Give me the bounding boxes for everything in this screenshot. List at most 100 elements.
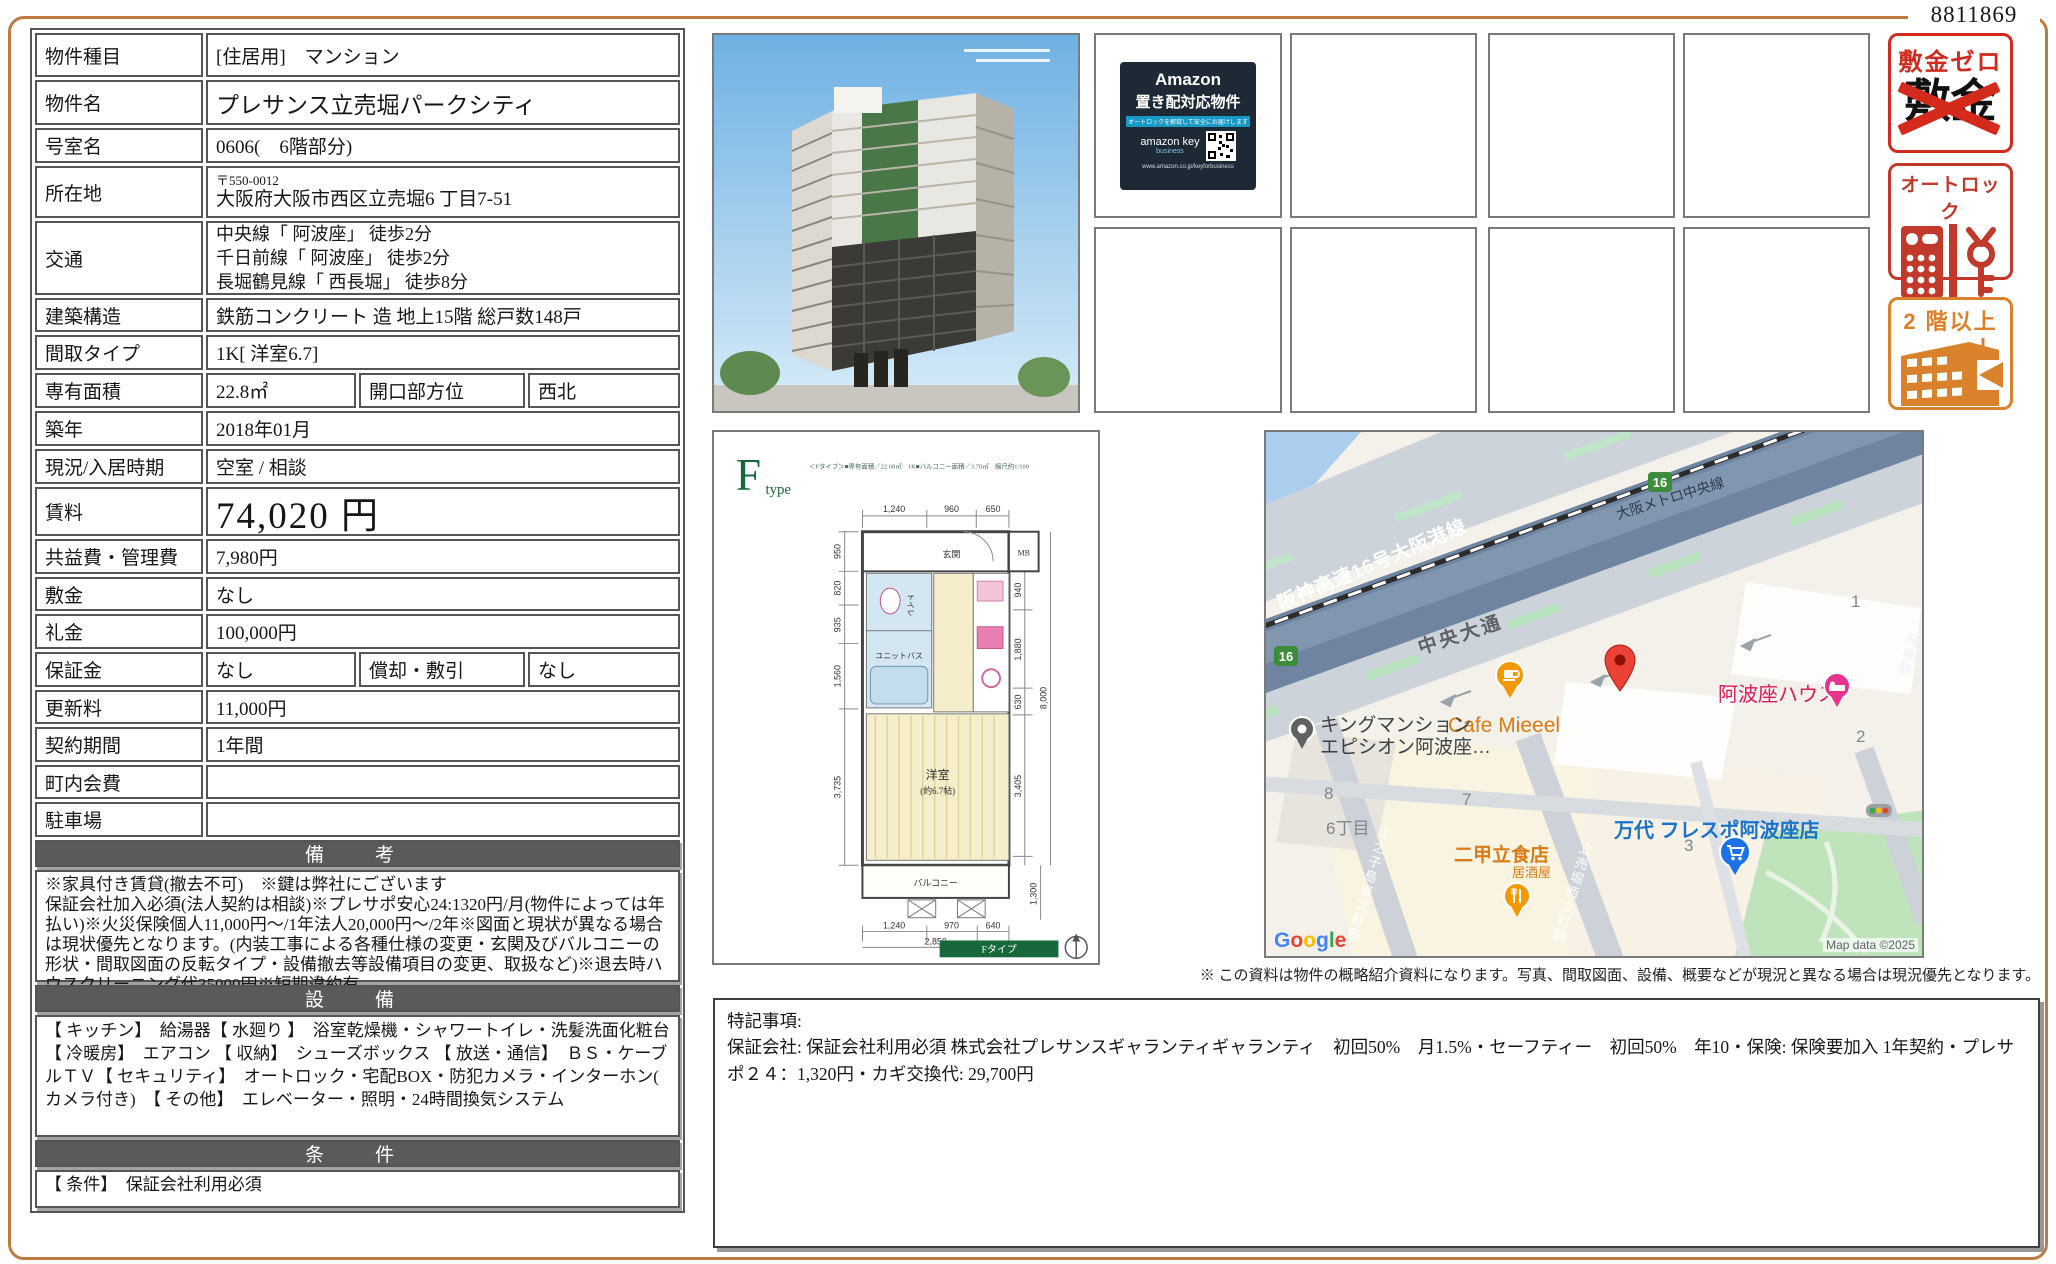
floorplan-drawing: F type ＜Fタイプ＞■専有面積／22.60㎡ 1K■バルコニー面積／3.7… bbox=[714, 432, 1098, 963]
badge-second-floor-up: 2 階以上 bbox=[1888, 297, 2013, 410]
block-number: 6丁目 bbox=[1326, 814, 1369, 839]
equipment-header: 設 備 bbox=[35, 985, 680, 1012]
row-label: 駐車場 bbox=[35, 802, 203, 837]
row-label: 建築構造 bbox=[35, 298, 203, 332]
svg-text:1,880: 1,880 bbox=[1013, 638, 1023, 660]
table-row: 敷金 なし bbox=[35, 577, 680, 611]
block-number: 7 bbox=[1462, 790, 1471, 810]
room-balcony-label: バルコニー bbox=[914, 878, 958, 888]
row-label: 保証金 bbox=[35, 652, 203, 687]
svg-text:940: 940 bbox=[1013, 583, 1023, 598]
intercom-key-icon bbox=[1897, 224, 2005, 302]
row-label: 交通 bbox=[35, 221, 203, 295]
table-row: 更新料 11,000円 bbox=[35, 690, 680, 724]
table-row: 町内会費 bbox=[35, 765, 680, 799]
cafe-pin-icon[interactable] bbox=[1494, 660, 1526, 700]
hotel-pin-icon[interactable] bbox=[1822, 672, 1852, 710]
table-row: 専有面積 22.8㎡ 開口部方位 西北 bbox=[35, 373, 680, 408]
svg-text:950: 950 bbox=[833, 544, 843, 559]
row-value: 22.8㎡ bbox=[206, 373, 356, 408]
building-photo-illustration bbox=[714, 35, 1078, 411]
map-copyright: Map data ©2025 bbox=[1823, 938, 1918, 952]
location-map[interactable]: 阪神高速16号大阪港線 大阪メトロ中央線 中央大通 16 16 江之子島東之町筋… bbox=[1264, 430, 1924, 958]
row-value: 2018年01月 bbox=[206, 411, 680, 446]
row-label: 現況/入居時期 bbox=[35, 449, 203, 484]
svg-text:960: 960 bbox=[944, 504, 959, 514]
special-notes-box: 特記事項: 保証会社: 保証会社利用必須 株式会社プレサンスギャランティギャラン… bbox=[713, 998, 2040, 1248]
postal-code: 〒550-0012 bbox=[216, 174, 279, 189]
svg-text:820: 820 bbox=[833, 581, 843, 596]
row-label: 賃料 bbox=[35, 487, 203, 536]
block-number: 1 bbox=[1851, 592, 1860, 612]
traffic-light-icon bbox=[1866, 804, 1892, 818]
svg-text:1,300: 1,300 bbox=[1029, 883, 1039, 905]
svg-text:3,405: 3,405 bbox=[1013, 775, 1023, 797]
row-label: 開口部方位 bbox=[359, 373, 525, 408]
badge-no-deposit-word: 敷金 bbox=[1891, 77, 2010, 128]
row-label: 物件名 bbox=[35, 80, 203, 125]
amazon-strip-text: オートロックを解錠して安全にお届けします bbox=[1126, 116, 1250, 127]
floorplan-type-letter: F bbox=[736, 449, 761, 500]
conditions-header: 条 件 bbox=[35, 1140, 680, 1167]
photo-slot-empty bbox=[1683, 33, 1870, 218]
cart-pin-icon[interactable] bbox=[1718, 836, 1752, 878]
remarks-header: 備 考 bbox=[35, 840, 680, 867]
amazon-okihai-badge: Amazon 置き配対応物件 オートロックを解錠して安全にお届けします amaz… bbox=[1120, 62, 1256, 190]
poi-izakaya-label[interactable]: 居酒屋 bbox=[1512, 862, 1551, 881]
badge-autolock-title: オートロック bbox=[1891, 170, 2010, 224]
row-label: 築年 bbox=[35, 411, 203, 446]
poi-super-label[interactable]: 万代 フレスポ阿波座店 bbox=[1614, 814, 1820, 843]
badge-second-floor-title: 2 階以上 bbox=[1891, 304, 2010, 336]
svg-text:1,240: 1,240 bbox=[883, 921, 905, 931]
svg-text:630: 630 bbox=[1013, 694, 1023, 709]
photo-slot-empty bbox=[1683, 227, 1870, 413]
table-row: 共益費・管理費 7,980円 bbox=[35, 539, 680, 574]
table-row: 保証金 なし 償却・敷引 なし bbox=[35, 652, 680, 687]
table-row: 号室名 0606( 6階部分) bbox=[35, 128, 680, 163]
remarks-text: ※家具付き賃貸(撤去不可) ※鍵は弊社にございます 保証会社加入必須(法人契約は… bbox=[35, 870, 680, 982]
row-value: なし bbox=[206, 577, 680, 611]
block-number: 8 bbox=[1324, 784, 1333, 804]
photo-slot-empty bbox=[1290, 227, 1477, 413]
special-notes-body: 保証会社: 保証会社利用必須 株式会社プレサンスギャランティギャランティ 初回5… bbox=[727, 1034, 2026, 1087]
table-row-rent: 賃料 74,020 円 bbox=[35, 487, 680, 536]
route-shield-icon: 16 bbox=[1274, 646, 1298, 666]
row-value: 西北 bbox=[528, 373, 680, 408]
disclaimer-note: ※ この資料は物件の概略紹介資料になります。写真、間取図面、設備、概要などが現況… bbox=[713, 964, 2040, 985]
access-line: 長堀鶴見線「 西長堀」 徒歩8分 bbox=[216, 270, 468, 294]
property-flyer: { "page": { "doc_number": "8811869", "di… bbox=[0, 0, 2056, 1264]
row-value: 100,000円 bbox=[206, 614, 680, 649]
table-row: 物件種目 [住居用] マンション bbox=[35, 33, 680, 77]
destination-pin-icon[interactable] bbox=[1602, 644, 1638, 694]
address-text: 大阪府大阪市西区立売堀6 丁目7-51 bbox=[216, 189, 512, 211]
room-mb-label: MB bbox=[1018, 548, 1030, 557]
poi-hotel-label[interactable]: 阿波座ハウス bbox=[1718, 678, 1838, 707]
svg-text:650: 650 bbox=[986, 504, 1001, 514]
table-row: 交通 中央線「 阿波座」 徒歩2分 千日前線「 阿波座」 徒歩2分 長堀鶴見線「… bbox=[35, 221, 680, 295]
svg-text:type: type bbox=[765, 482, 791, 498]
table-row: 礼金 100,000円 bbox=[35, 614, 680, 649]
row-label: 町内会費 bbox=[35, 765, 203, 799]
svg-text:1,240: 1,240 bbox=[883, 504, 905, 514]
svg-text:3,735: 3,735 bbox=[833, 776, 843, 798]
table-row: 築年 2018年01月 bbox=[35, 411, 680, 446]
row-value: なし bbox=[206, 652, 356, 687]
amazon-url: www.amazon.co.jp/keyforbusiness bbox=[1120, 164, 1256, 170]
access-line: 中央線「 阿波座」 徒歩2分 bbox=[216, 222, 432, 246]
mansion-pin-icon[interactable] bbox=[1288, 716, 1316, 752]
row-label: 号室名 bbox=[35, 128, 203, 163]
badge-no-deposit-title: 敷金ゼロ bbox=[1891, 42, 2010, 77]
floorplan-subtitle: ＜Fタイプ＞■専有面積／22.60㎡ 1K■バルコニー面積／3.70㎡ 縮尺約1… bbox=[809, 461, 1029, 470]
restaurant-pin-icon[interactable] bbox=[1502, 882, 1532, 920]
photo-slot-empty bbox=[1094, 227, 1282, 413]
table-row: 所在地 〒550-0012 大阪府大阪市西区立売堀6 丁目7-51 bbox=[35, 166, 680, 218]
floorplan: F type ＜Fタイプ＞■専有面積／22.60㎡ 1K■バルコニー面積／3.7… bbox=[712, 430, 1100, 965]
document-number: 8811869 bbox=[1908, 2, 2040, 28]
google-logo: Google bbox=[1274, 929, 1346, 953]
row-label: 共益費・管理費 bbox=[35, 539, 203, 574]
row-value bbox=[206, 802, 680, 837]
room-western-label: 洋室 bbox=[926, 768, 950, 782]
row-value: 7,980円 bbox=[206, 539, 680, 574]
access-line: 千日前線「 阿波座」 徒歩2分 bbox=[216, 246, 450, 270]
amazon-key-logo: amazon key business bbox=[1140, 136, 1199, 155]
